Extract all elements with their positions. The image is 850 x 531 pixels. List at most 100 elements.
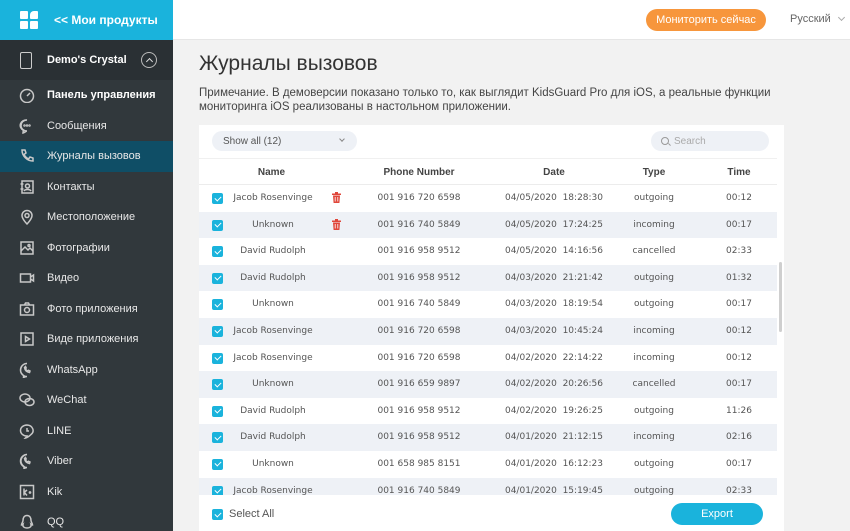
cell-date: 04/02/2020 20:26:56 <box>504 379 603 390</box>
cell-time: 00:17 <box>726 458 752 469</box>
table-row[interactable]: David Rudolph 001 916 958 9512 04/03/2020 … <box>199 264 777 292</box>
scrollbar[interactable] <box>779 262 782 332</box>
dashboard-icon <box>19 87 35 104</box>
cell-date: 04/05/2020 14:16:56 <box>504 246 603 257</box>
cell-name: Unknown <box>252 219 294 230</box>
monitor-now-button[interactable]: Мониторить сейчас <box>646 9 766 31</box>
sidebar-item-phone[interactable]: Журналы вызовов <box>0 141 173 172</box>
sidebar-item-wechat[interactable]: WeChat <box>0 385 173 416</box>
sidebar-item-photo[interactable]: Фотографии <box>0 233 173 264</box>
search-input[interactable]: Search <box>651 131 769 151</box>
table-row[interactable]: David Rudolph 001 916 958 9512 04/01/2020 … <box>199 424 777 451</box>
cell-date: 04/05/2020 17:24:25 <box>504 219 603 230</box>
sidebar-item-line[interactable]: LINE <box>0 416 173 447</box>
table-row[interactable]: Jacob Rosenvinge 001 916 740 5849 04/01/20… <box>199 477 777 495</box>
trash-icon[interactable] <box>332 218 341 230</box>
cell-type: outgoing <box>634 405 674 416</box>
sidebar-item-camera[interactable]: Фото приложения <box>0 294 173 325</box>
sidebar-item-whatsapp[interactable]: WhatsApp <box>0 355 173 386</box>
table-row[interactable]: Jacob Rosenvinge 001 916 720 6598 04/03/20… <box>199 317 777 345</box>
table-row[interactable]: Jacob Rosenvinge 001 916 720 6598 04/02/20… <box>199 345 777 372</box>
cell-type: incoming <box>633 352 675 363</box>
language-selector[interactable]: Русский <box>790 13 845 25</box>
photo-icon <box>19 240 35 256</box>
cell-time: 00:17 <box>726 379 752 390</box>
cell-phone: 001 916 740 5849 <box>377 219 461 230</box>
cell-date: 04/05/2020 18:28:30 <box>504 193 603 203</box>
column-header-phone: Phone Number <box>383 167 455 178</box>
sidebar-item-play[interactable]: Виде приложения <box>0 324 173 355</box>
device-selector[interactable]: Demo's Crystal <box>0 40 173 80</box>
row-checkbox[interactable] <box>212 379 223 391</box>
sidebar-item-label: WhatsApp <box>47 363 98 376</box>
cell-phone: 001 916 720 6598 <box>377 325 461 336</box>
sidebar-item-label: Контакты <box>47 180 95 193</box>
cell-time: 00:17 <box>726 219 752 230</box>
table-row[interactable]: David Rudolph 001 916 958 9512 04/02/2020 … <box>199 398 777 425</box>
sidebar-nav: Панель управления Сообщения Журналы вызово… <box>0 80 173 531</box>
cell-type: outgoing <box>634 485 674 495</box>
sidebar-item-qq[interactable]: QQ <box>0 507 173 531</box>
table-row[interactable]: Jacob Rosenvinge 001 916 720 6598 04/05/20… <box>199 185 777 212</box>
sidebar-item-label: Журналы вызовов <box>47 150 141 163</box>
page-title: Журналы вызовов <box>199 52 378 75</box>
table-row[interactable]: Unknown 001 916 659 9897 04/02/2020 20:26:… <box>199 371 777 398</box>
cell-phone: 001 916 958 9512 <box>377 246 461 257</box>
sidebar-item-kik[interactable]: Kik <box>0 477 173 508</box>
cell-time: 00:12 <box>726 352 752 363</box>
cell-time: 02:16 <box>726 432 752 443</box>
row-checkbox[interactable] <box>212 272 223 284</box>
table-row[interactable]: Unknown 001 916 740 5849 04/05/2020 17:24:… <box>199 211 777 239</box>
select-all-checkbox[interactable] <box>212 509 223 520</box>
sidebar-item-location[interactable]: Местоположение <box>0 202 173 233</box>
video-icon <box>19 270 35 286</box>
sidebar-item-message[interactable]: Сообщения <box>0 111 173 142</box>
row-checkbox[interactable] <box>212 405 223 417</box>
trash-icon[interactable] <box>332 192 341 203</box>
row-checkbox[interactable] <box>212 325 223 337</box>
phone-device-icon <box>20 51 32 69</box>
table-body: Jacob Rosenvinge 001 916 720 6598 04/05/20… <box>199 185 777 495</box>
table-row[interactable]: David Rudolph 001 916 958 9512 04/05/2020 … <box>199 238 777 265</box>
sidebar-item-video[interactable]: Видео <box>0 263 173 294</box>
sidebar-item-dashboard[interactable]: Панель управления <box>0 80 173 111</box>
row-checkbox[interactable] <box>212 352 223 364</box>
cell-time: 00:12 <box>726 193 752 203</box>
cell-name: Jacob Rosenvinge <box>233 485 313 495</box>
sidebar: << Мои продукты Demo's Crystal Панель уп… <box>0 0 173 531</box>
row-checkbox[interactable] <box>212 299 223 311</box>
row-checkbox[interactable] <box>212 219 223 231</box>
camera-icon <box>19 301 35 317</box>
table-footer: Select All Export <box>199 495 784 531</box>
location-icon <box>19 209 35 226</box>
export-button[interactable]: Export <box>671 503 763 525</box>
cell-time: 00:12 <box>726 325 752 336</box>
table-header: Name Phone Number Date Type Time <box>199 158 777 185</box>
sidebar-item-contacts[interactable]: Контакты <box>0 172 173 203</box>
my-products-link[interactable]: << Мои продукты <box>0 0 173 40</box>
row-checkbox[interactable] <box>212 193 223 204</box>
sidebar-item-label: LINE <box>47 424 72 437</box>
phone-icon <box>19 148 35 164</box>
cell-date: 04/01/2020 21:12:15 <box>504 432 603 443</box>
row-checkbox[interactable] <box>212 432 223 444</box>
sidebar-item-label: Viber <box>47 455 73 468</box>
filter-dropdown[interactable]: Show all (12) <box>212 131 357 151</box>
cell-type: incoming <box>633 219 675 230</box>
sidebar-item-label: Фотографии <box>47 241 110 254</box>
cell-type: incoming <box>633 325 675 336</box>
topbar: Мониторить сейчас Русский <box>173 0 850 40</box>
table-row[interactable]: Unknown 001 658 985 8151 04/01/2020 16:12:… <box>199 451 777 478</box>
sidebar-item-label: Местоположение <box>47 211 136 224</box>
cell-date: 04/03/2020 21:21:42 <box>504 272 603 283</box>
cell-name: David Rudolph <box>240 246 306 257</box>
sidebar-item-viber[interactable]: Viber <box>0 446 173 477</box>
collapse-icon[interactable] <box>141 52 157 68</box>
sidebar-item-label: Виде приложения <box>47 333 139 346</box>
row-checkbox[interactable] <box>212 485 223 495</box>
row-checkbox[interactable] <box>212 246 223 258</box>
row-checkbox[interactable] <box>212 458 223 470</box>
my-products-label: << Мои продукты <box>54 13 158 27</box>
cell-name: Jacob Rosenvinge <box>233 325 313 336</box>
table-row[interactable]: Unknown 001 916 740 5849 04/03/2020 18:19:… <box>199 291 777 318</box>
